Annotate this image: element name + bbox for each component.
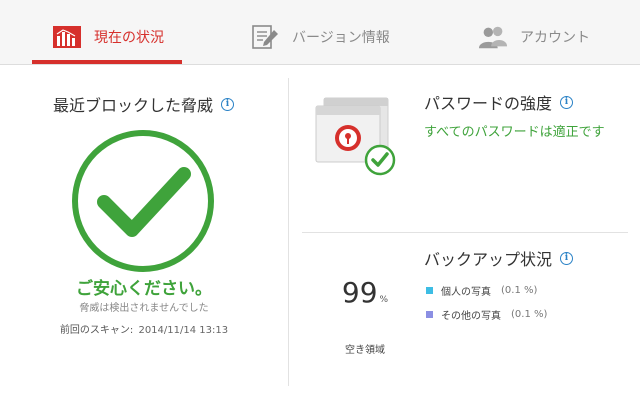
legend-percent: (0.1 %) — [511, 309, 548, 320]
no-threats-message: 脅威は検出されませんでした — [79, 303, 209, 314]
info-icon[interactable]: i — [560, 251, 574, 265]
app-window: 現在の状況 バージョン情報 アカウント 最近ブロックした脅威 i ご安心ください… — [0, 0, 640, 400]
threat-panel-title: 最近ブロックした脅威 i — [53, 92, 235, 116]
last-scan-value: 2014/11/14 13:13 — [138, 325, 229, 336]
document-edit-icon — [250, 22, 280, 52]
info-icon[interactable]: i — [221, 97, 235, 111]
password-manager-icon — [315, 97, 396, 176]
tab-label: バージョン情報 — [292, 30, 390, 46]
backup-status-title: バックアップ状況 i — [424, 246, 574, 270]
tab-account[interactable]: アカウント — [478, 20, 590, 54]
legend-swatch — [426, 311, 433, 318]
legend-percent: (0.1 %) — [501, 285, 538, 296]
info-icon[interactable]: i — [560, 95, 574, 109]
last-scan-label: 前回のスキャン: — [59, 325, 134, 336]
free-space-value: 99% — [330, 276, 400, 309]
free-space-unit: % — [379, 295, 389, 305]
tab-label: 現在の状況 — [94, 30, 164, 46]
legend-item-other-photos: その他の写真 (0.1 %) — [426, 307, 547, 322]
legend-item-personal-photos: 個人の写真 (0.1 %) — [426, 283, 537, 298]
section-divider — [302, 232, 628, 233]
password-status: すべてのパスワードは適正です — [424, 125, 605, 140]
checkmark-icon — [72, 130, 214, 272]
tab-label: アカウント — [520, 30, 590, 46]
tab-bar: 現在の状況 バージョン情報 アカウント — [0, 0, 640, 65]
password-strength-title: パスワードの強度 i — [424, 90, 574, 114]
users-icon — [478, 22, 508, 52]
safe-message: ご安心ください。 — [76, 279, 212, 299]
legend-label: 個人の写真 — [441, 287, 491, 298]
tab-current-status[interactable]: 現在の状況 — [52, 20, 164, 54]
legend-swatch — [426, 287, 433, 294]
threat-title-text: 最近ブロックした脅威 — [53, 96, 214, 115]
free-space-number: 99 — [341, 276, 378, 309]
password-title-text: パスワードの強度 — [424, 94, 553, 113]
free-space-label: 空き領域 — [345, 345, 385, 356]
tab-version-info[interactable]: バージョン情報 — [250, 20, 390, 54]
last-scan: 前回のスキャン: 2014/11/14 13:13 — [0, 321, 288, 336]
active-tab-indicator — [32, 60, 182, 64]
backup-title-text: バックアップ状況 — [424, 250, 553, 269]
threat-panel: 最近ブロックした脅威 i ご安心ください。 脅威は検出されませんでした 前回のス… — [0, 66, 288, 388]
legend-label: その他の写真 — [441, 311, 501, 322]
bar-chart-icon — [52, 22, 82, 52]
panel-divider — [288, 78, 289, 386]
